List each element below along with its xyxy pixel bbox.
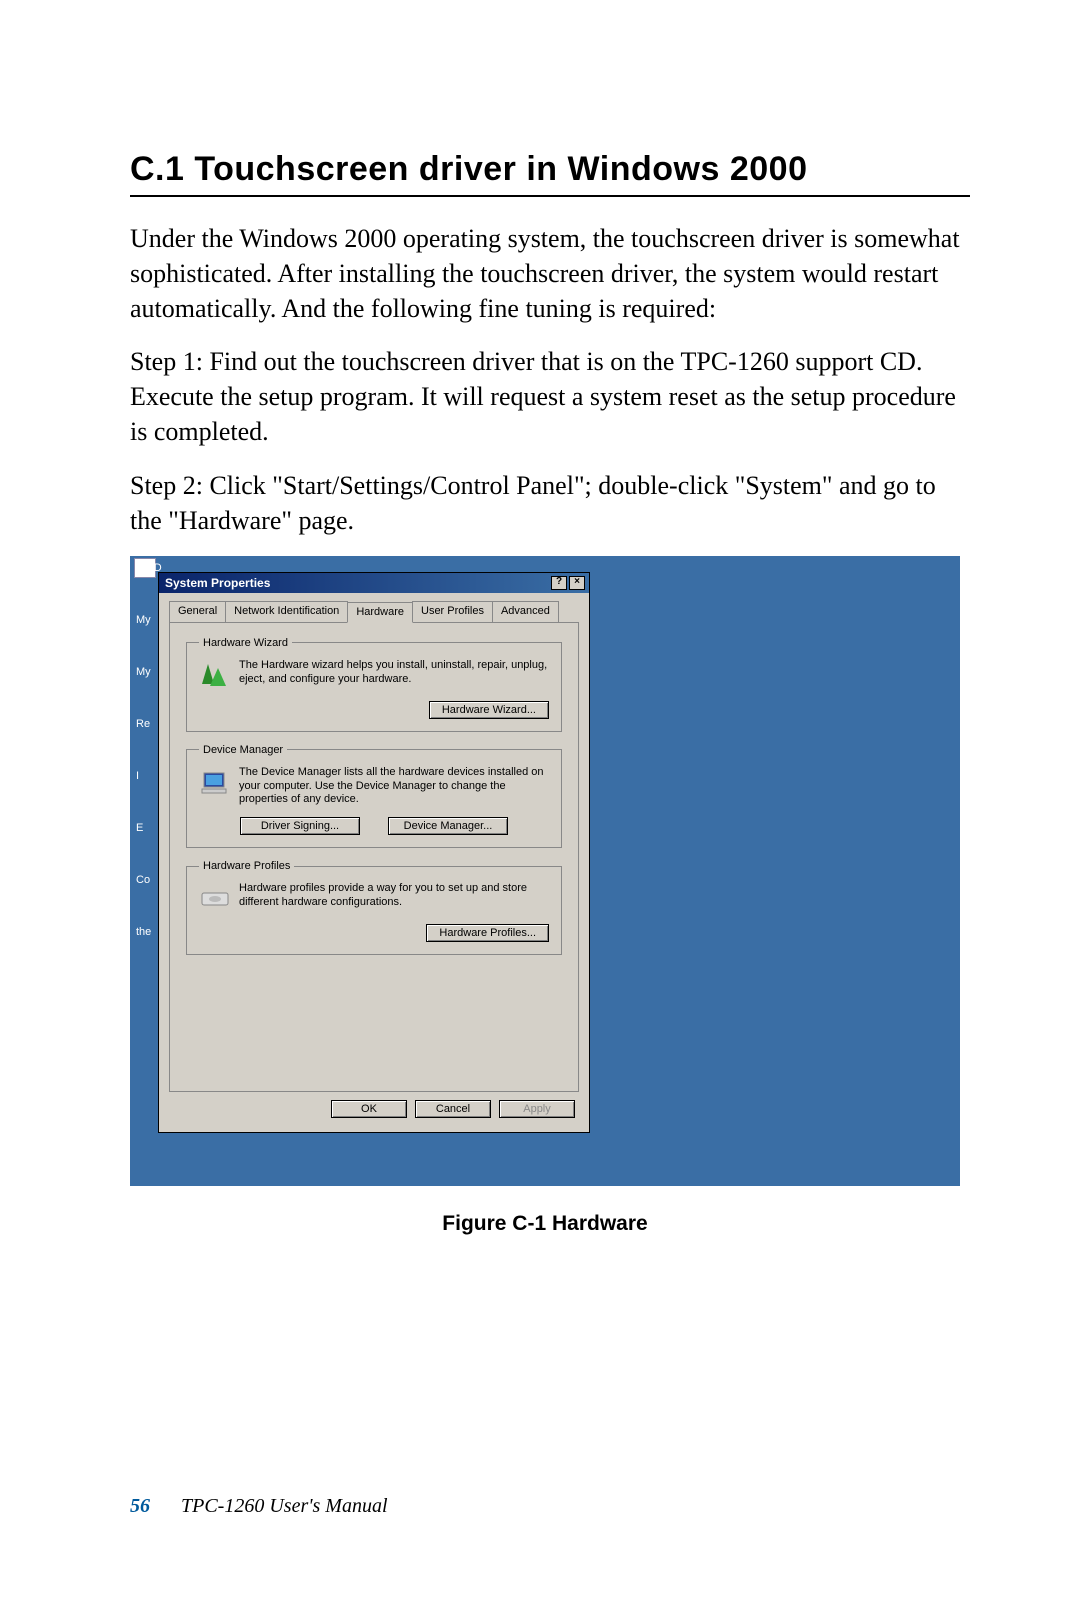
device-manager-icon [199,766,231,798]
tab-hardware[interactable]: Hardware [347,602,413,623]
hardware-profiles-icon [199,882,231,914]
hardware-wizard-button[interactable]: Hardware Wizard... [429,701,549,719]
footer-title: TPC-1260 User's Manual [181,1495,388,1517]
titlebar-help-button[interactable]: ? [551,576,567,590]
tab-general[interactable]: General [169,601,226,622]
device-manager-button[interactable]: Device Manager... [388,817,508,835]
hardware-profiles-group: Hardware Profiles Hardware profiles prov… [186,860,562,955]
hardware-profiles-button[interactable]: Hardware Profiles... [426,924,549,942]
page-footer: 56 TPC-1260 User's Manual [130,1495,388,1518]
section-heading: C.1 Touchscreen driver in Windows 2000 [130,150,970,189]
figure-caption: Figure C-1 Hardware [130,1212,960,1236]
cancel-button[interactable]: Cancel [415,1100,491,1118]
page-number: 56 [130,1495,150,1517]
titlebar-close-button[interactable]: × [569,576,585,590]
tab-user-profiles[interactable]: User Profiles [412,601,493,622]
dialog-action-row: OK Cancel Apply [159,1100,589,1132]
apply-button[interactable]: Apply [499,1100,575,1118]
hardware-profiles-legend: Hardware Profiles [199,860,294,872]
hardware-wizard-text: The Hardware wizard helps you install, u… [239,659,549,687]
step2-paragraph: Step 2: Click "Start/Settings/Control Pa… [130,468,970,538]
tab-network-identification[interactable]: Network Identification [225,601,348,622]
hardware-profiles-text: Hardware profiles provide a way for you … [239,882,549,910]
hardware-panel: Hardware Wizard The Hardware wizard help… [169,622,579,1092]
driver-signing-button[interactable]: Driver Signing... [240,817,360,835]
hardware-wizard-icon [199,659,231,691]
system-properties-dialog: System Properties ? × General Network Id… [158,572,590,1133]
ok-button[interactable]: OK [331,1100,407,1118]
device-manager-group: Device Manager The Device Manager lists … [186,744,562,848]
dialog-titlebar[interactable]: System Properties ? × [159,573,589,593]
device-manager-text: The Device Manager lists all the hardwar… [239,766,549,807]
intro-paragraph: Under the Windows 2000 operating system,… [130,221,970,326]
heading-rule [130,195,970,197]
step1-paragraph: Step 1: Find out the touchscreen driver … [130,344,970,449]
hardware-wizard-group: Hardware Wizard The Hardware wizard help… [186,637,562,732]
screenshot-desktop: My D My My Re I E Co the System Properti… [130,556,960,1186]
hardware-wizard-legend: Hardware Wizard [199,637,292,649]
device-manager-legend: Device Manager [199,744,287,756]
tab-advanced[interactable]: Advanced [492,601,559,622]
dialog-title: System Properties [165,576,270,590]
dialog-tabs: General Network Identification Hardware … [159,593,589,622]
